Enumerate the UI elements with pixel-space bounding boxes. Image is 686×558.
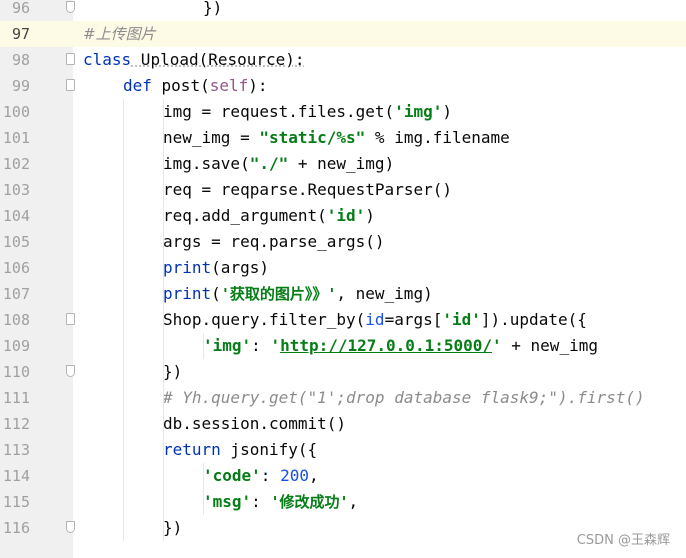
fold-end-icon[interactable] — [66, 365, 75, 377]
code-text: req.add_argument('id') — [163, 206, 375, 225]
fold-end-icon[interactable] — [66, 521, 75, 533]
line-number: 99 — [11, 77, 30, 95]
code-line-108[interactable]: 108 Shop.query.filter_by(id=args['id']).… — [0, 307, 686, 333]
code-line-100[interactable]: 100 img = request.files.get('img') — [0, 99, 686, 125]
watermark: CSDN @王森辉 — [576, 533, 670, 548]
line-number: 112 — [2, 415, 30, 433]
code-text: args = req.parse_args() — [163, 232, 385, 251]
code-line-98[interactable]: 98 class Upload(Resource): — [0, 47, 686, 73]
line-number: 106 — [2, 259, 30, 277]
code-line-104[interactable]: 104 req.add_argument('id') — [0, 203, 686, 229]
code-line-115[interactable]: 115 'msg': '修改成功', — [0, 489, 686, 515]
code-comment: # Yh.query.get("1';drop database flask9;… — [163, 388, 645, 407]
code-text: return jsonify({ — [163, 440, 318, 459]
code-line-101[interactable]: 101 new_img = "static/%s" % img.filename — [0, 125, 686, 151]
code-text: 'img': 'http://127.0.0.1:5000/' + new_im… — [203, 336, 598, 355]
code-text: class Upload(Resource): — [83, 50, 305, 69]
code-line-107[interactable]: 107 print('获取的图片》》', new_img) — [0, 281, 686, 307]
line-number: 105 — [2, 233, 30, 251]
code-text: 'code': 200, — [203, 466, 319, 485]
code-text: req = reqparse.RequestParser() — [163, 180, 452, 199]
code-line-102[interactable]: 102 img.save("./" + new_img) — [0, 151, 686, 177]
code-text: }) — [203, 0, 223, 17]
indent-guide — [123, 99, 124, 541]
code-line-97[interactable]: 97 #上传图片 — [0, 21, 686, 47]
code-text: def post(self): — [123, 76, 268, 95]
code-text: img = request.files.get('img') — [163, 102, 452, 121]
indent-guide — [163, 99, 164, 541]
line-number: 100 — [2, 103, 30, 121]
line-number: 108 — [2, 311, 30, 329]
code-line-113[interactable]: 113 return jsonify({ — [0, 437, 686, 463]
code-line-111[interactable]: 111 # Yh.query.get("1';drop database fla… — [0, 385, 686, 411]
url-link[interactable]: http://127.0.0.1:5000/ — [280, 336, 492, 355]
fold-icon[interactable] — [66, 53, 75, 65]
code-line-112[interactable]: 112 db.session.commit() — [0, 411, 686, 437]
line-number: 110 — [2, 363, 30, 381]
line-number: 116 — [2, 519, 30, 537]
code-text: print('获取的图片》》', new_img) — [163, 284, 433, 303]
line-number: 102 — [2, 155, 30, 173]
code-comment: #上传图片 — [83, 25, 156, 43]
code-text: new_img = "static/%s" % img.filename — [163, 128, 510, 147]
line-number: 113 — [2, 441, 30, 459]
code-line-103[interactable]: 103 req = reqparse.RequestParser() — [0, 177, 686, 203]
code-line-99[interactable]: 99 def post(self): — [0, 73, 686, 99]
indent-guide — [203, 333, 204, 359]
line-number: 107 — [2, 285, 30, 303]
fold-icon[interactable] — [66, 313, 75, 325]
line-number: 97 — [11, 25, 30, 43]
code-line-109[interactable]: 109 'img': 'http://127.0.0.1:5000/' + ne… — [0, 333, 686, 359]
line-number: 103 — [2, 181, 30, 199]
indent-guide — [203, 463, 204, 515]
line-number: 111 — [2, 389, 30, 407]
code-line-96[interactable]: 96 }) — [0, 0, 686, 21]
code-text: Shop.query.filter_by(id=args['id']).upda… — [163, 310, 587, 329]
line-number: 109 — [2, 337, 30, 355]
code-line-114[interactable]: 114 'code': 200, — [0, 463, 686, 489]
code-text: }) — [163, 362, 183, 381]
line-number: 104 — [2, 207, 30, 225]
line-number: 115 — [2, 493, 30, 511]
code-text: img.save("./" + new_img) — [163, 154, 395, 173]
code-text: print(args) — [163, 258, 269, 277]
code-line-106[interactable]: 106 print(args) — [0, 255, 686, 281]
line-number: 98 — [11, 51, 30, 69]
fold-end-icon[interactable] — [66, 1, 75, 13]
code-editor[interactable]: 96 }) 97 #上传图片 98 class Upload(Resource)… — [0, 0, 686, 558]
line-number: 114 — [2, 467, 30, 485]
fold-icon[interactable] — [66, 79, 75, 91]
line-number: 101 — [2, 129, 30, 147]
code-text: 'msg': '修改成功', — [203, 492, 359, 511]
code-line-105[interactable]: 105 args = req.parse_args() — [0, 229, 686, 255]
code-line-110[interactable]: 110 }) — [0, 359, 686, 385]
line-number: 96 — [11, 0, 30, 17]
code-text: }) — [163, 518, 183, 537]
